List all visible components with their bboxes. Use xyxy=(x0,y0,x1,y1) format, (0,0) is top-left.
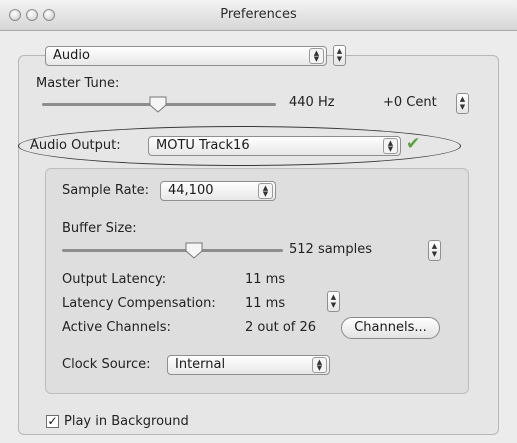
sample-rate-value: 44,100 xyxy=(168,183,214,198)
latency-compensation-label: Latency Compensation: xyxy=(62,296,216,311)
output-latency-label: Output Latency: xyxy=(62,272,167,287)
channels-button[interactable]: Channels... xyxy=(341,317,440,339)
master-tune-frequency: 440 Hz xyxy=(289,95,335,110)
window-title: Preferences xyxy=(220,7,297,22)
up-down-arrows-icon: ▲ ▼ xyxy=(258,183,273,199)
master-tune-slider-knob-icon[interactable] xyxy=(148,95,168,113)
master-tune-cent: +0 Cent xyxy=(383,95,437,110)
buffer-size-stepper[interactable]: ▲ ▼ xyxy=(428,240,441,261)
buffer-size-slider-track[interactable] xyxy=(62,249,283,252)
sample-rate-label: Sample Rate: xyxy=(62,183,150,198)
active-channels-value: 2 out of 26 xyxy=(245,320,317,335)
master-tune-label: Master Tune: xyxy=(36,76,120,91)
play-in-background-checkbox[interactable]: ✓ xyxy=(46,415,59,428)
sample-rate-popup[interactable]: 44,100 ▲ ▼ xyxy=(160,181,276,201)
buffer-size-value: 512 samples xyxy=(289,242,372,257)
category-popup[interactable]: Audio ▲ ▼ xyxy=(45,46,327,66)
clock-source-value: Internal xyxy=(175,357,226,372)
buffer-size-label: Buffer Size: xyxy=(62,221,137,236)
checkmark-icon: ✓ xyxy=(47,414,58,428)
clock-source-popup[interactable]: Internal ▲ ▼ xyxy=(167,355,330,375)
audio-output-value: MOTU Track16 xyxy=(156,138,250,153)
latency-compensation-stepper[interactable]: ▲ ▼ xyxy=(327,291,340,312)
buffer-size-slider-knob-icon[interactable] xyxy=(184,241,204,259)
output-latency-value: 11 ms xyxy=(245,272,286,287)
audio-output-label: Audio Output: xyxy=(30,138,121,153)
category-popup-value: Audio xyxy=(53,48,90,63)
active-channels-label: Active Channels: xyxy=(62,320,171,335)
title-bar: Preferences xyxy=(0,0,517,31)
up-down-arrows-icon: ▲ ▼ xyxy=(309,48,324,64)
up-down-arrows-icon: ▲ ▼ xyxy=(312,357,327,373)
latency-compensation-value: 11 ms xyxy=(245,296,286,311)
green-checkmark-icon: ✔ xyxy=(406,134,421,154)
cent-stepper[interactable]: ▲ ▼ xyxy=(456,93,469,114)
play-in-background-label: Play in Background xyxy=(64,414,189,429)
clock-source-label: Clock Source: xyxy=(62,357,151,372)
audio-output-popup[interactable]: MOTU Track16 ▲ ▼ xyxy=(148,136,401,156)
up-down-arrows-icon: ▲ ▼ xyxy=(383,138,398,154)
category-stepper[interactable]: ▲ ▼ xyxy=(333,45,346,66)
preferences-window: Preferences Audio ▲ ▼ ▲ ▼ Master Tune: 440… xyxy=(0,0,517,443)
